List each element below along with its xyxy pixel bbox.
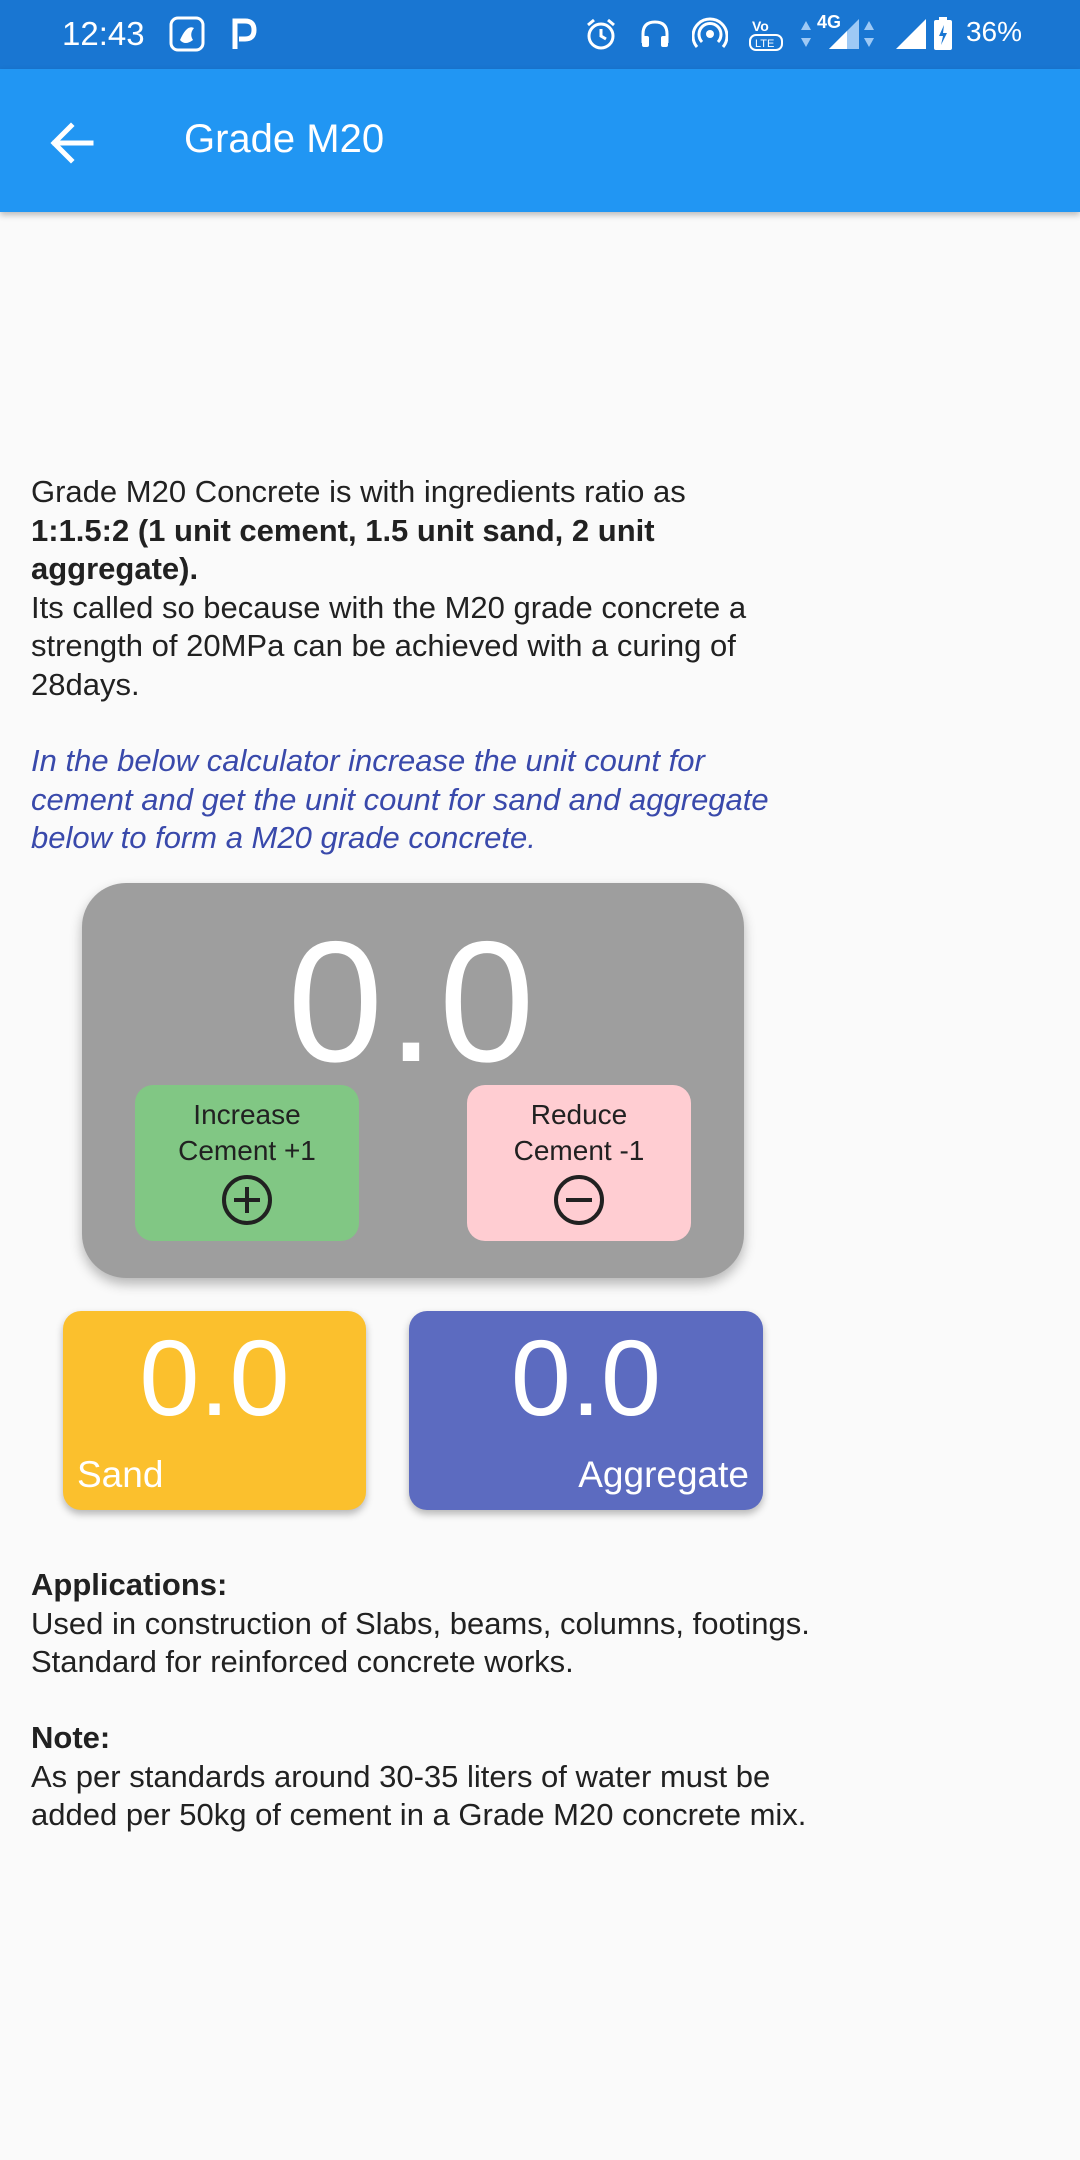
jiosaavn-icon [168,14,206,54]
remove-circle-icon [554,1175,604,1225]
calculator-hint: In the below calculator increase the uni… [31,743,769,855]
intro-line: Grade M20 Concrete is with ingredients r… [31,474,686,509]
battery-percent: 36% [965,16,1022,47]
svg-text:Vo: Vo [752,18,769,34]
paytm-icon [228,14,258,54]
cement-value: 0.0 [287,906,539,1098]
reduce-label-line1: Reduce [530,1099,628,1130]
aggregate-result-card: 0.0 Aggregate [409,1311,763,1510]
note-section: Note: As per standards around 30-35 lite… [31,1719,811,1835]
headphones-icon [636,14,674,54]
alarm-icon [582,14,620,54]
status-bar: 12:43 Vo LTE 4G 36% [0,0,1080,69]
increase-label-line2: Cement +1 [178,1135,316,1166]
hotspot-icon [690,14,730,54]
increase-cement-button[interactable]: Increase Cement +1 [135,1085,359,1241]
note-text: As per standards around 30-35 liters of … [31,1758,807,1833]
signal-icon [826,14,862,54]
cement-calculator-card: 0.0 Increase Cement +1 Reduce Cement -1 [82,883,744,1278]
applications-text: Used in construction of Slabs, beams, co… [31,1605,810,1680]
intro-description: Its called so because with the M20 grade… [31,589,747,702]
intro-text: Grade M20 Concrete is with ingredients r… [31,473,811,704]
ratio-text: 1:1.5:2 (1 unit cement, 1.5 unit sand, 2… [31,512,655,587]
reduce-cement-button[interactable]: Reduce Cement -1 [467,1085,691,1241]
arrow-back-icon [50,122,94,164]
aggregate-value: 0.0 [510,1317,662,1438]
applications-heading: Applications: [31,1567,228,1602]
app-bar: Grade M20 [0,69,1080,212]
sand-result-card: 0.0 Sand [63,1311,366,1510]
data-arrows-icon [796,14,816,54]
sand-value: 0.0 [139,1317,290,1438]
status-time: 12:43 [62,15,145,52]
page-title: Grade M20 [184,117,385,161]
sand-label: Sand [77,1454,164,1495]
svg-text:LTE: LTE [755,38,774,50]
aggregate-label: Aggregate [578,1454,749,1495]
note-heading: Note: [31,1720,111,1755]
data-arrows-icon-2 [862,14,876,54]
battery-icon [930,14,956,54]
signal-icon-2 [893,14,929,54]
back-button[interactable] [44,115,100,171]
increase-label-line1: Increase [193,1099,301,1130]
volte-icon: Vo LTE [748,14,788,54]
reduce-label-line2: Cement -1 [513,1135,645,1166]
applications-section: Applications: Used in construction of Sl… [31,1566,811,1682]
add-circle-icon [222,1175,272,1225]
